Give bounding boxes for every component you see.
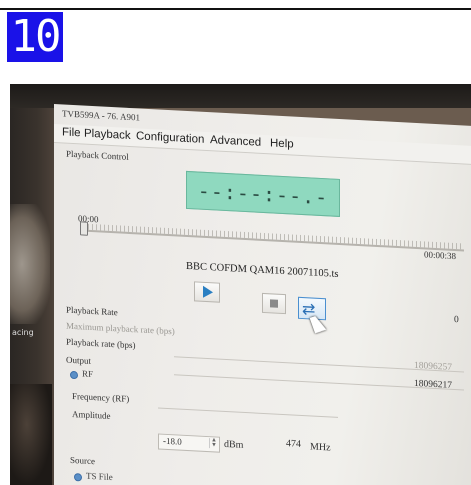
frequency-value: 474	[286, 438, 301, 450]
output-label: Output	[66, 354, 92, 366]
playback-rate-label: Playback Rate	[66, 304, 118, 318]
playback-rate-field-value: 18096217	[414, 378, 452, 391]
background-object	[10, 384, 52, 485]
stop-icon	[270, 299, 278, 308]
playback-rate-bps-label: Playback rate (bps)	[66, 336, 136, 351]
window-title: TVB599A - 76. A901	[62, 108, 141, 123]
seek-thumb[interactable]	[80, 221, 88, 236]
amplitude-spinbox[interactable]: -18.0 ▲ ▼	[158, 433, 220, 453]
play-button[interactable]	[194, 281, 220, 303]
max-playback-rate-label: Maximum playback rate (bps)	[66, 320, 175, 337]
step-number-badge: 10	[7, 12, 63, 62]
amplitude-value: -18.0	[163, 435, 182, 447]
amplitude-label: Amplitude	[72, 408, 111, 421]
frequency-field[interactable]	[158, 407, 338, 418]
rf-radio[interactable]	[70, 370, 78, 380]
menu-help[interactable]: Help	[270, 137, 294, 150]
time-end: 00:00:38	[424, 249, 457, 262]
menu-configuration[interactable]: Configuration	[136, 130, 204, 146]
left-edge-label: acing	[12, 328, 34, 337]
max-rate-value: 18096257	[414, 360, 452, 373]
file-name: BBC COFDM QAM16 20071105.ts	[186, 260, 339, 280]
menu-file[interactable]: File	[62, 126, 81, 139]
frequency-unit: MHz	[310, 441, 331, 454]
rf-radio-label: RF	[82, 368, 94, 380]
background-glare	[10, 204, 50, 324]
amplitude-unit: dBm	[224, 438, 244, 451]
menu-playback[interactable]: Playback	[84, 128, 131, 142]
spin-arrows-icon[interactable]: ▲ ▼	[209, 437, 218, 449]
playback-rate-value: 0	[454, 314, 459, 326]
top-rule	[0, 8, 471, 10]
ts-file-radio[interactable]	[74, 473, 82, 482]
playback-control-label: Playback Control	[66, 148, 129, 162]
ts-file-label: TS File	[86, 470, 113, 483]
timecode-display: --:--:--.-	[186, 170, 340, 217]
play-icon	[203, 285, 213, 299]
monitor-photo: acing TVB599A - 76. A901 File Playback C…	[10, 84, 471, 485]
menu-advanced[interactable]: Advanced	[210, 134, 261, 149]
frequency-label: Frequency (RF)	[72, 390, 130, 404]
stop-button[interactable]	[262, 292, 286, 315]
source-label: Source	[70, 454, 95, 467]
app-window: TVB599A - 76. A901 File Playback Configu…	[54, 104, 471, 485]
